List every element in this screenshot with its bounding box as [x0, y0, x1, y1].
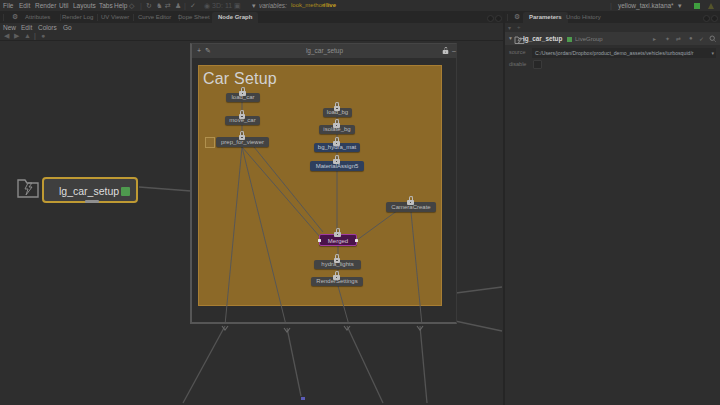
up-icon[interactable]: ▲: [24, 32, 31, 39]
plus-icon[interactable]: +: [517, 24, 521, 30]
tab-parameters[interactable]: Parameters: [523, 12, 568, 23]
right-pane-gear-icon[interactable]: ⚙: [514, 13, 520, 21]
lock-icon: [333, 271, 340, 280]
warning-icon[interactable]: [708, 3, 714, 9]
menu-help[interactable]: Help: [114, 2, 127, 9]
sep: |: [34, 32, 36, 39]
parameters-panel: ▾ + ▼ lg_car_setup LiveGroup ▸ ✦ ⇄ ● ✓ source…: [505, 23, 720, 405]
tab-uv-viewer[interactable]: UV Viewer: [101, 12, 129, 23]
menu-edit[interactable]: Edit: [19, 2, 30, 9]
pawn-icon[interactable]: ♟: [175, 2, 181, 10]
lock-icon: [407, 196, 414, 205]
tab-dope-sheet[interactable]: Dope Sheet: [178, 12, 210, 23]
panel-title: lg_car_setup: [192, 47, 457, 54]
play-icon[interactable]: ▸: [653, 35, 656, 42]
node-graph-viewport[interactable]: lg_car_setup + ✎ lg_car_setup – Car Setu…: [0, 41, 503, 405]
sep: |: [140, 2, 142, 9]
source-field-value[interactable]: C:/Users/jordan/Dropbox/product_demo_ass…: [532, 48, 716, 58]
node-graph-toolbar: ◀ ▶ ▲| ●: [0, 32, 503, 41]
lg-car-setup-node[interactable]: lg_car_setup: [42, 177, 138, 203]
variable-equals: =: [322, 2, 326, 8]
tab-render-log[interactable]: Render Log: [62, 12, 93, 23]
lock-icon: [239, 87, 246, 96]
lg-car-setup-node-status: [121, 187, 130, 196]
ng-menu-colors[interactable]: Colors: [38, 24, 57, 31]
disable-field-label: disable: [509, 61, 526, 67]
node-input-port[interactable]: [318, 239, 321, 242]
renderer-status: ◉ 3D: 11 ▣: [204, 2, 241, 10]
caret-down-icon[interactable]: ▾: [508, 24, 511, 31]
disable-checkbox[interactable]: [533, 60, 542, 69]
expand-caret-icon[interactable]: ▼: [508, 35, 513, 41]
group-floating-panel[interactable]: + ✎ lg_car_setup – Car Setup load_carmov…: [190, 43, 457, 324]
swap-icon[interactable]: ⇄: [676, 35, 681, 42]
source-field-label: source: [509, 49, 526, 55]
world-icon[interactable]: ●: [41, 32, 45, 39]
sep2: |: [184, 2, 186, 9]
lg-car-setup-node-label: lg_car_setup: [59, 185, 119, 197]
tab-node-graph[interactable]: Node Graph: [212, 12, 258, 23]
separator: |: [610, 2, 612, 9]
node-output-port[interactable]: [355, 239, 358, 242]
knight-icon[interactable]: ♞: [156, 2, 162, 10]
variable-value[interactable]: live: [326, 2, 336, 8]
tab-attributes[interactable]: Attributes: [25, 12, 50, 23]
menu-bar: File Edit RenderUtil LayoutsTabsHelp ◇ | ↻ ♞⇄ ♟…: [0, 0, 720, 12]
panel-minimize-icon[interactable]: –: [452, 47, 456, 54]
lock-icon: [333, 137, 340, 146]
parameter-node-header[interactable]: ▼ lg_car_setup LiveGroup ▸ ✦ ⇄ ● ✓: [505, 32, 720, 45]
menu-file[interactable]: File: [3, 2, 13, 9]
lock-icon: [333, 119, 340, 128]
lock-icon: [333, 155, 340, 164]
lock-icon: [334, 102, 341, 111]
distant-node[interactable]: [301, 397, 305, 400]
refresh-icon[interactable]: ↻: [146, 2, 152, 10]
parameter-node-type: LiveGroup: [575, 36, 603, 42]
pane-button-1[interactable]: [487, 15, 494, 22]
forward-icon[interactable]: ▶: [14, 32, 19, 40]
pane-button-4[interactable]: [711, 15, 718, 22]
swap-icon[interactable]: ⇄: [165, 2, 171, 10]
parameter-node-status: [567, 37, 572, 42]
project-file-name[interactable]: yellow_taxi.katana*: [618, 2, 674, 9]
left-pane-gear-icon[interactable]: ⚙: [12, 13, 18, 21]
ng-menu-go[interactable]: Go: [63, 24, 72, 31]
menu-layouts[interactable]: Layouts: [73, 2, 96, 9]
variables-label: variables:: [259, 2, 287, 9]
lg-car-setup-node-output-port[interactable]: [85, 200, 99, 203]
tab-strip: ⚙ Attributes Render Log UV Viewer Curve Edi…: [0, 12, 720, 23]
dot-icon[interactable]: ●: [689, 35, 693, 41]
thumb-icon[interactable]: ✓: [190, 2, 196, 10]
menu-util[interactable]: Util: [59, 2, 68, 9]
node-graph-menu-row: New Edit Colors Go: [0, 23, 503, 32]
group-panel-body[interactable]: Car Setup load_carmove_carprep_for_viewe…: [192, 59, 457, 323]
lock-icon: [334, 228, 341, 237]
panel-lock-icon[interactable]: [443, 47, 449, 54]
menu-tabs[interactable]: Tabs: [99, 2, 113, 9]
status-green-indicator: [694, 3, 700, 9]
search-icon[interactable]: [709, 35, 717, 43]
lock-icon: [334, 254, 341, 263]
ng-menu-edit[interactable]: Edit: [21, 24, 32, 31]
back-icon[interactable]: ◀: [4, 32, 9, 40]
parameter-node-name: lg_car_setup: [523, 35, 562, 42]
pane-button-2[interactable]: [495, 15, 502, 22]
tab-curve-editor[interactable]: Curve Editor: [138, 12, 171, 23]
livegroup-folder-icon: [15, 171, 41, 201]
variable-name[interactable]: look_method: [291, 2, 325, 8]
flag-icon[interactable]: ◇: [129, 2, 134, 10]
compass-icon[interactable]: ✦: [665, 35, 670, 42]
check-icon[interactable]: ✓: [699, 35, 704, 42]
lock-icon: [239, 131, 246, 140]
tab-undo-history[interactable]: Undo History: [566, 12, 601, 23]
menu-render[interactable]: Render: [35, 2, 56, 9]
ng-menu-new[interactable]: New: [3, 24, 16, 31]
group-panel-header[interactable]: + ✎ lg_car_setup –: [192, 44, 457, 58]
project-caret-icon[interactable]: ▾: [678, 2, 682, 10]
lock-icon: [239, 110, 246, 119]
variables-caret-icon[interactable]: ▾: [252, 2, 256, 10]
pane-button-3[interactable]: [703, 15, 710, 22]
